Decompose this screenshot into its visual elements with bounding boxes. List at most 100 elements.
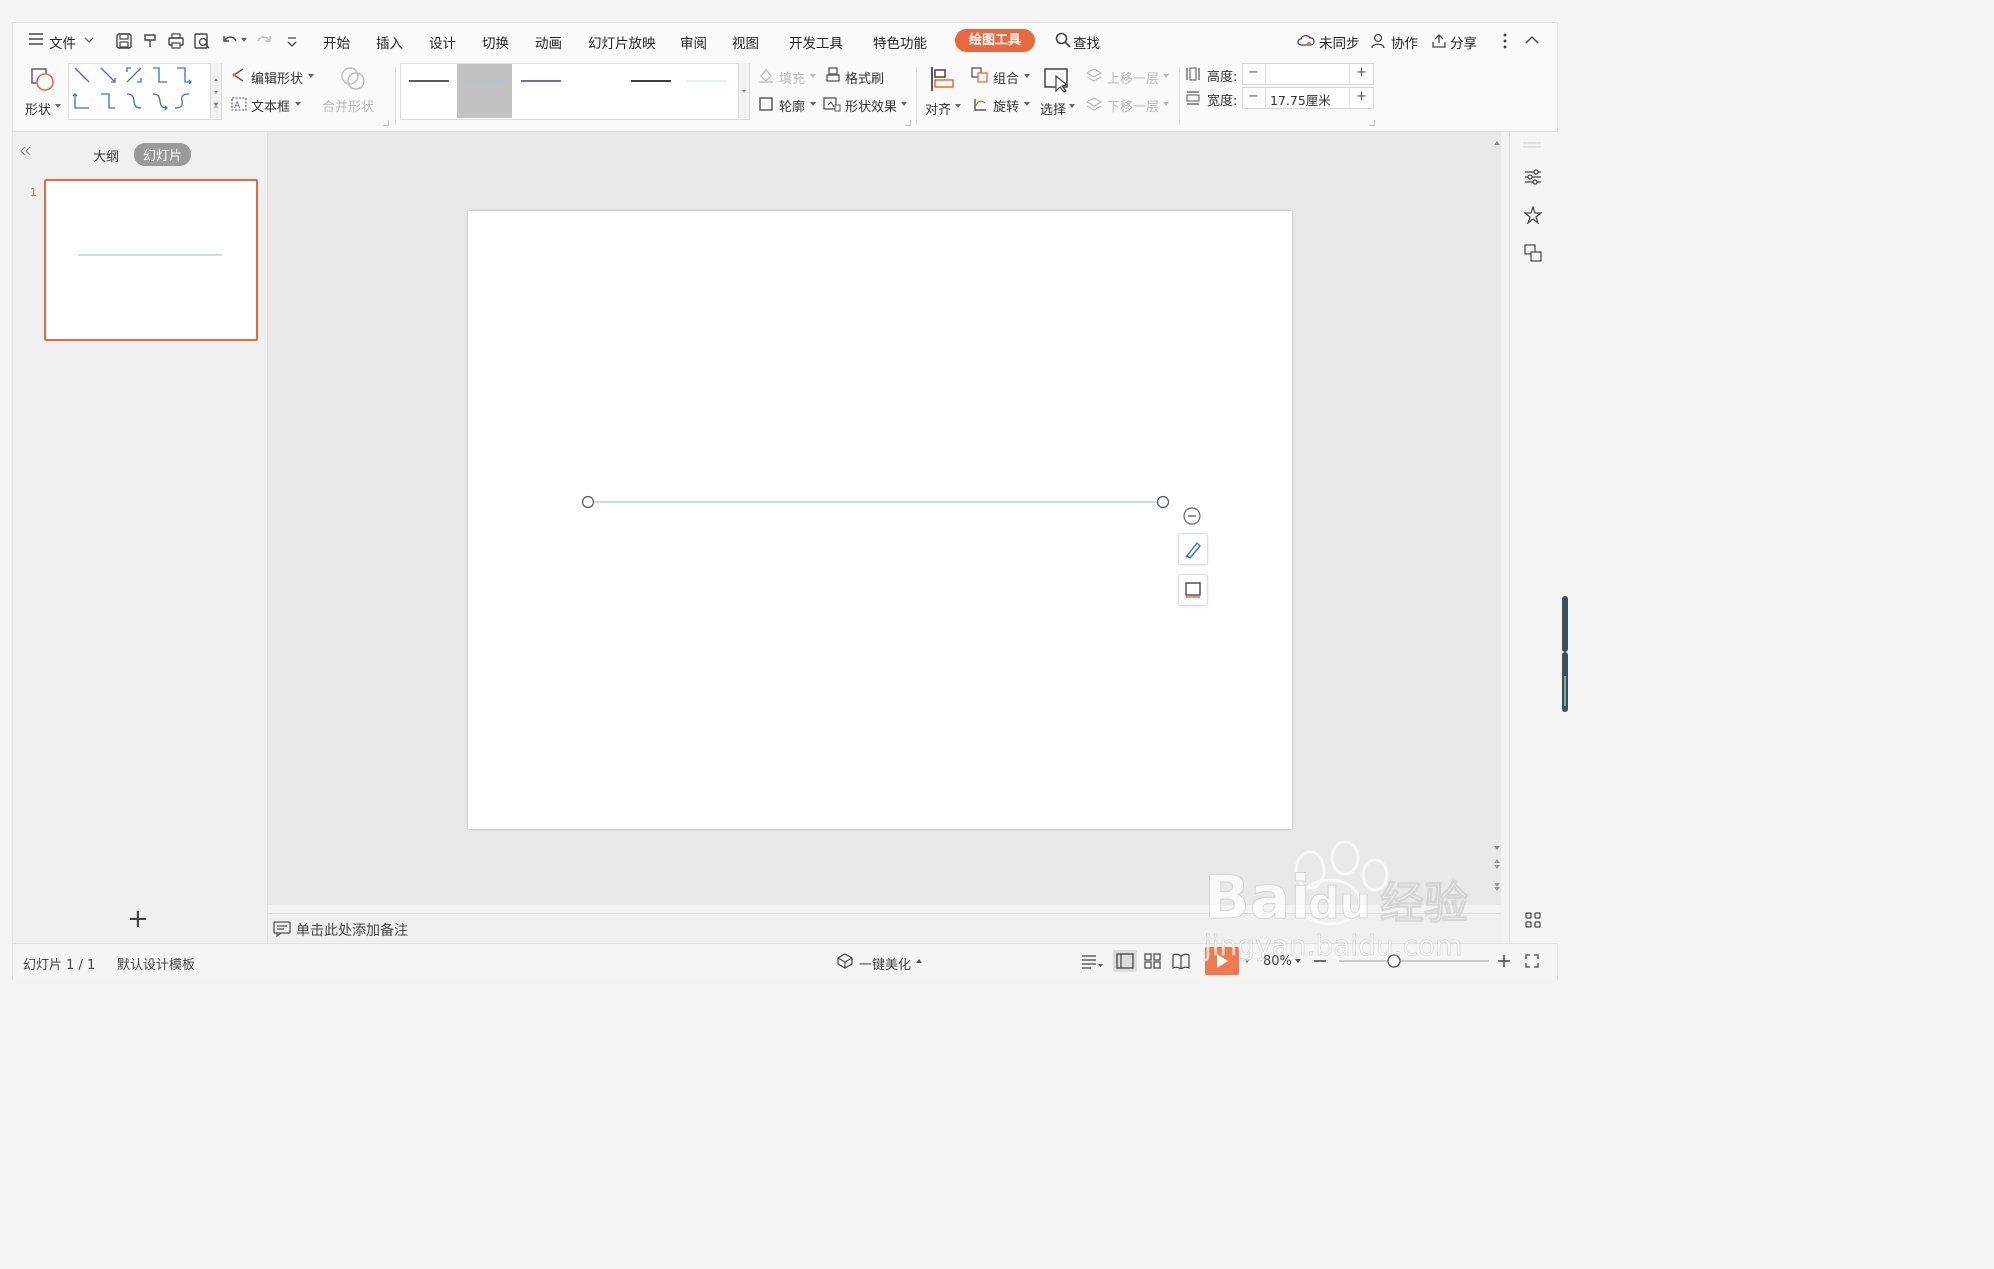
width-input[interactable]: 17.75厘米 (1270, 90, 1331, 109)
outline-dropdown-icon[interactable] (810, 102, 816, 106)
beautify-icon[interactable] (837, 953, 853, 969)
line-start-handle[interactable] (581, 495, 595, 509)
beautify-dropdown-icon[interactable] (916, 959, 922, 963)
shape-outline-button[interactable] (1178, 574, 1208, 606)
select-dropdown-icon[interactable] (1069, 104, 1075, 108)
width-stepper[interactable]: − 17.75厘米 + (1242, 87, 1374, 109)
vertical-scrollbar[interactable] (1493, 132, 1501, 905)
format-painter-icon[interactable] (141, 32, 159, 50)
width-increment-button[interactable]: + (1356, 89, 1367, 104)
align-button[interactable]: 对齐 (925, 99, 951, 118)
tab-insert[interactable]: 插入 (376, 32, 403, 52)
add-slide-button[interactable]: + (127, 906, 149, 932)
search-button[interactable]: 查找 (1073, 32, 1100, 52)
collaborate-icon[interactable] (1371, 33, 1387, 49)
search-icon[interactable] (1055, 32, 1071, 48)
line-style-scroll[interactable] (738, 63, 749, 118)
expand-group-icon[interactable] (383, 120, 389, 126)
tab-slides[interactable]: 幻灯片 (134, 143, 192, 166)
redo-icon[interactable] (255, 32, 273, 50)
tab-developer[interactable]: 开发工具 (789, 32, 843, 52)
print-preview-icon[interactable] (193, 32, 211, 50)
sync-status[interactable]: 未同步 (1319, 32, 1360, 52)
line-end-handle[interactable] (1156, 495, 1170, 509)
effects-icon[interactable] (1524, 206, 1542, 224)
collapse-ribbon-icon[interactable] (1525, 35, 1539, 44)
select-button[interactable]: 选择 (1040, 99, 1066, 118)
fit-window-icon[interactable] (1525, 954, 1539, 968)
tab-design[interactable]: 设计 (429, 32, 456, 52)
notes-view-icon[interactable] (1081, 954, 1103, 970)
format-painter-button[interactable]: 格式刷 (845, 68, 884, 87)
properties-icon[interactable] (1524, 168, 1542, 186)
slide-thumbnail[interactable] (44, 179, 258, 341)
height-increment-button[interactable]: + (1356, 65, 1367, 80)
beautify-button[interactable]: 一键美化 (859, 954, 911, 973)
print-icon[interactable] (167, 32, 185, 50)
collapse-float-toolbar-icon[interactable] (1183, 507, 1201, 525)
width-decrement-button[interactable]: − (1248, 89, 1259, 104)
shape-style-button[interactable] (1178, 533, 1208, 565)
edit-shape-dropdown-icon[interactable] (308, 74, 314, 78)
cloud-sync-icon[interactable] (1297, 33, 1315, 47)
tab-slideshow[interactable]: 幻灯片放映 (588, 32, 656, 52)
file-menu[interactable]: 文件 (49, 32, 76, 52)
group-icon[interactable] (971, 67, 989, 83)
normal-view-button[interactable] (1113, 950, 1137, 972)
shape-effect-button[interactable]: 形状效果 (845, 96, 897, 115)
shape-effect-icon[interactable] (823, 96, 841, 112)
edit-shape-button[interactable]: 编辑形状 (251, 68, 303, 87)
tab-view[interactable]: 视图 (732, 32, 759, 52)
tab-home[interactable]: 开始 (323, 32, 350, 52)
textbox-icon[interactable]: A (231, 96, 247, 112)
chevron-down-icon[interactable] (84, 36, 94, 44)
customize-toolbar-icon[interactable] (283, 32, 301, 50)
expand-group-icon-3[interactable] (1369, 120, 1375, 126)
expand-group-icon-2[interactable] (905, 120, 911, 126)
more-options-icon[interactable] (1503, 33, 1507, 49)
hamburger-icon[interactable] (29, 33, 43, 45)
group-button[interactable]: 组合 (993, 68, 1019, 87)
notes-placeholder[interactable]: 单击此处添加备注 (296, 920, 408, 940)
edit-shape-icon[interactable] (231, 67, 247, 83)
textbox-dropdown-icon[interactable] (295, 102, 301, 106)
tab-review[interactable]: 审阅 (680, 32, 707, 52)
height-decrement-button[interactable]: − (1248, 65, 1259, 80)
tab-special[interactable]: 特色功能 (873, 32, 927, 52)
rotate-icon[interactable] (971, 96, 989, 112)
template-name[interactable]: 默认设计模板 (117, 954, 195, 973)
undo-dropdown-icon[interactable] (241, 38, 247, 42)
transform-icon[interactable] (1524, 244, 1542, 262)
line-shapes-gallery[interactable] (68, 63, 222, 120)
tab-drawing-tools[interactable]: 绘图工具 (955, 29, 1035, 52)
line-style-gallery[interactable] (400, 63, 750, 120)
slide-page[interactable] (468, 211, 1292, 829)
align-icon[interactable] (929, 65, 957, 93)
tab-transition[interactable]: 切换 (482, 32, 509, 52)
shape-effect-dropdown-icon[interactable] (901, 102, 907, 106)
shape-icon[interactable] (29, 65, 57, 93)
slide-sorter-icon[interactable] (1144, 953, 1162, 969)
collapse-panel-icon[interactable] (19, 146, 31, 156)
rotate-dropdown-icon[interactable] (1024, 102, 1030, 106)
save-icon[interactable] (115, 32, 133, 50)
outline-button[interactable]: 轮廓 (779, 96, 805, 115)
rotate-button[interactable]: 旋转 (993, 96, 1019, 115)
tab-outline[interactable]: 大纲 (93, 146, 119, 165)
reading-view-icon[interactable] (1172, 953, 1190, 969)
share-icon[interactable] (1431, 33, 1447, 49)
outline-icon[interactable] (758, 96, 774, 112)
group-dropdown-icon[interactable] (1024, 74, 1030, 78)
apps-grid-icon[interactable] (1525, 912, 1541, 928)
collaborate-button[interactable]: 协作 (1391, 32, 1418, 52)
shape-dropdown-icon[interactable] (55, 104, 61, 108)
edge-handle[interactable] (1562, 596, 1568, 712)
align-dropdown-icon[interactable] (955, 104, 961, 108)
select-icon[interactable] (1043, 65, 1071, 93)
share-button[interactable]: 分享 (1450, 32, 1477, 52)
tab-animation[interactable]: 动画 (535, 32, 562, 52)
textbox-button[interactable]: 文本框 (251, 96, 290, 115)
height-stepper[interactable]: − + (1242, 63, 1374, 85)
shape-button[interactable]: 形状 (25, 99, 51, 118)
gallery-scroll[interactable] (210, 63, 221, 118)
